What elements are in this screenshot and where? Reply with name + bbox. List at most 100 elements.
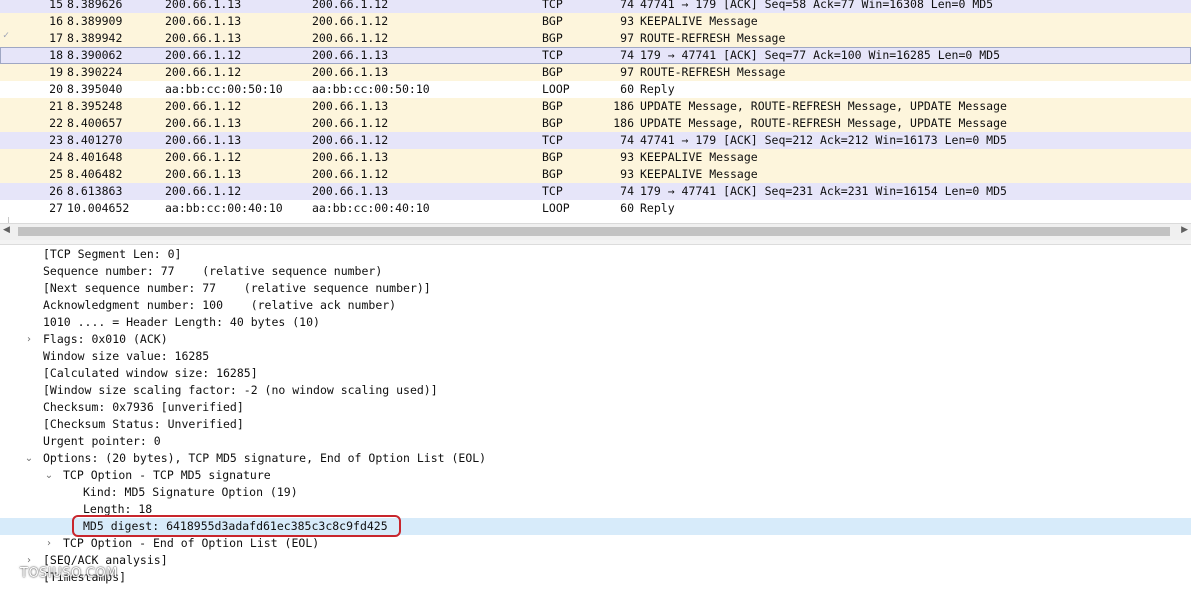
packet-row[interactable]: 26 8.613863 200.66.1.12 200.66.1.13 TCP 74 179… — [0, 183, 1191, 200]
packet-info: 47741 → 179 [ACK] Seq=58 Ack=77 Win=1630… — [640, 0, 994, 11]
pane-splitter[interactable] — [0, 240, 1191, 245]
detail-row[interactable]: [Window size scaling factor: -2 (no wind… — [0, 382, 1191, 399]
packet-protocol: BGP — [542, 150, 563, 164]
detail-row[interactable]: Acknowledgment number: 100 (relative ack… — [0, 297, 1191, 314]
scroll-right-arrow-icon[interactable]: ▶ — [1181, 225, 1188, 235]
detail-text: [Checksum Status: Unverified] — [43, 417, 244, 431]
detail-row[interactable]: ⌄ TCP Option - TCP MD5 signature — [0, 467, 1191, 484]
detail-row[interactable]: › TCP Option - End of Option List (EOL) — [0, 535, 1191, 552]
packet-row[interactable]: 20 8.395040 aa:bb:cc:00:50:10 aa:bb:cc:00:5… — [0, 81, 1191, 98]
detail-text: Kind: MD5 Signature Option (19) — [83, 485, 298, 499]
packet-row[interactable]: 15 8.389626 200.66.1.13 200.66.1.12 TCP 74 477… — [0, 0, 1191, 13]
detail-row[interactable]: [Timestamps] — [0, 569, 1191, 586]
packet-number: 27 — [49, 201, 63, 215]
packet-protocol: BGP — [542, 31, 563, 45]
packet-destination: 200.66.1.12 — [312, 167, 389, 181]
packet-source: aa:bb:cc:00:50:10 — [165, 82, 283, 96]
packet-row[interactable]: 17 8.389942 200.66.1.13 200.66.1.12 BGP 97 ROU… — [0, 30, 1191, 47]
packet-row[interactable]: 27 10.004652 aa:bb:cc:00:40:10 aa:bb:cc:00:… — [0, 200, 1191, 217]
packet-time: 8.613863 — [67, 184, 123, 198]
detail-text: 1010 .... = Header Length: 40 bytes (10) — [43, 315, 320, 329]
packet-source: 200.66.1.13 — [165, 14, 242, 28]
detail-row[interactable]: Sequence number: 77 (relative sequence n… — [0, 263, 1191, 280]
packet-time: 8.389626 — [67, 0, 123, 11]
scrollbar-thumb[interactable] — [18, 227, 1170, 236]
packet-row[interactable]: 21 8.395248 200.66.1.12 200.66.1.13 BGP 186 UP… — [0, 98, 1191, 115]
packet-time: 8.395248 — [67, 99, 123, 113]
packet-info: KEEPALIVE Message — [640, 150, 758, 164]
detail-row[interactable]: ⌄ Options: (20 bytes), TCP MD5 signature,… — [0, 450, 1191, 467]
packet-row[interactable]: 25 8.406482 200.66.1.13 200.66.1.12 BGP 93 KEE… — [0, 166, 1191, 183]
detail-text: TCP Option - TCP MD5 signature — [63, 468, 271, 482]
packet-time: 8.389942 — [67, 31, 123, 45]
scroll-left-arrow-icon[interactable]: ◀ — [3, 225, 10, 235]
packet-destination: 200.66.1.13 — [312, 48, 389, 62]
packet-destination: 200.66.1.12 — [312, 14, 389, 28]
packet-protocol: BGP — [542, 167, 563, 181]
packet-length: 74 — [620, 184, 634, 198]
packet-protocol: TCP — [542, 133, 563, 147]
packet-destination: 200.66.1.13 — [312, 184, 389, 198]
packet-info: 179 → 47741 [ACK] Seq=231 Ack=231 Win=16… — [640, 184, 1007, 198]
packet-destination: aa:bb:cc:00:40:10 — [312, 201, 430, 215]
packet-info: Reply — [640, 201, 675, 215]
packet-row[interactable]: 22 8.400657 200.66.1.13 200.66.1.12 BGP 186 UP… — [0, 115, 1191, 132]
detail-row[interactable]: [Next sequence number: 77 (relative sequ… — [0, 280, 1191, 297]
related-packet-check-icon: ✓ — [3, 30, 10, 41]
detail-row[interactable]: [TCP Segment Len: 0] — [0, 246, 1191, 263]
packet-number: 18 — [49, 48, 63, 62]
packet-length: 97 — [620, 65, 634, 79]
collapse-chevron-icon[interactable]: ⌄ — [42, 467, 56, 484]
detail-row[interactable]: › [SEQ/ACK analysis] — [0, 552, 1191, 569]
watermark: TOSIUSO.COM — [20, 566, 118, 581]
packet-time: 8.389909 — [67, 14, 123, 28]
packet-destination: 200.66.1.13 — [312, 150, 389, 164]
packet-row[interactable]: 18 8.390062 200.66.1.12 200.66.1.13 TCP 74 179… — [0, 47, 1191, 64]
packet-source: 200.66.1.12 — [165, 99, 242, 113]
packet-source: aa:bb:cc:00:40:10 — [165, 201, 283, 215]
packet-destination: 200.66.1.12 — [312, 116, 389, 130]
packet-destination: 200.66.1.13 — [312, 65, 389, 79]
detail-row[interactable]: [Checksum Status: Unverified] — [0, 416, 1191, 433]
packet-source: 200.66.1.12 — [165, 184, 242, 198]
packet-info: 47741 → 179 [ACK] Seq=212 Ack=212 Win=16… — [640, 133, 1007, 147]
packet-length: 74 — [620, 48, 634, 62]
expand-chevron-icon[interactable]: › — [42, 535, 56, 552]
detail-row[interactable]: Window size value: 16285 — [0, 348, 1191, 365]
expand-chevron-icon[interactable]: › — [22, 331, 36, 348]
packet-length: 74 — [620, 133, 634, 147]
packet-length: 60 — [620, 82, 634, 96]
detail-row[interactable]: Urgent pointer: 0 — [0, 433, 1191, 450]
packet-list-horizontal-scrollbar[interactable]: ◀ ▶ — [0, 223, 1191, 241]
packet-source: 200.66.1.13 — [165, 0, 242, 11]
packet-protocol: TCP — [542, 48, 563, 62]
packet-source: 200.66.1.13 — [165, 133, 242, 147]
packet-row[interactable]: 16 8.389909 200.66.1.13 200.66.1.12 BGP 93 KEE… — [0, 13, 1191, 30]
packet-list[interactable]: 15 8.389626 200.66.1.13 200.66.1.12 TCP 74 477… — [0, 0, 1191, 223]
detail-row[interactable]: Kind: MD5 Signature Option (19) — [0, 484, 1191, 501]
detail-row[interactable]: Checksum: 0x7936 [unverified] — [0, 399, 1191, 416]
packet-number: 21 — [49, 99, 63, 113]
detail-row[interactable]: 1010 .... = Header Length: 40 bytes (10) — [0, 314, 1191, 331]
packet-destination: 200.66.1.12 — [312, 133, 389, 147]
detail-text: Options: (20 bytes), TCP MD5 signature, … — [43, 451, 487, 465]
detail-row[interactable]: › Flags: 0x010 (ACK) — [0, 331, 1191, 348]
packet-row[interactable]: 23 8.401270 200.66.1.13 200.66.1.12 TCP 74 477… — [0, 132, 1191, 149]
packet-protocol: BGP — [542, 116, 563, 130]
packet-protocol: BGP — [542, 99, 563, 113]
packet-details-tree[interactable]: [TCP Segment Len: 0] Sequence number: 77 … — [0, 246, 1191, 593]
packet-protocol: BGP — [542, 65, 563, 79]
packet-length: 93 — [620, 14, 634, 28]
packet-source: 200.66.1.12 — [165, 65, 242, 79]
packet-length: 186 — [613, 99, 634, 113]
collapse-chevron-icon[interactable]: ⌄ — [22, 450, 36, 467]
detail-text: Checksum: 0x7936 [unverified] — [43, 400, 244, 414]
packet-destination: 200.66.1.12 — [312, 31, 389, 45]
packet-protocol: TCP — [542, 184, 563, 198]
packet-row[interactable]: 19 8.390224 200.66.1.12 200.66.1.13 BGP 97 ROU… — [0, 64, 1191, 81]
packet-info: 179 → 47741 [ACK] Seq=77 Ack=100 Win=162… — [640, 48, 1001, 62]
detail-text: Sequence number: 77 (relative sequence n… — [43, 264, 383, 278]
detail-text: Acknowledgment number: 100 (relative ack… — [43, 298, 397, 312]
detail-row[interactable]: [Calculated window size: 16285] — [0, 365, 1191, 382]
packet-row[interactable]: 24 8.401648 200.66.1.12 200.66.1.13 BGP 93 KEE… — [0, 149, 1191, 166]
